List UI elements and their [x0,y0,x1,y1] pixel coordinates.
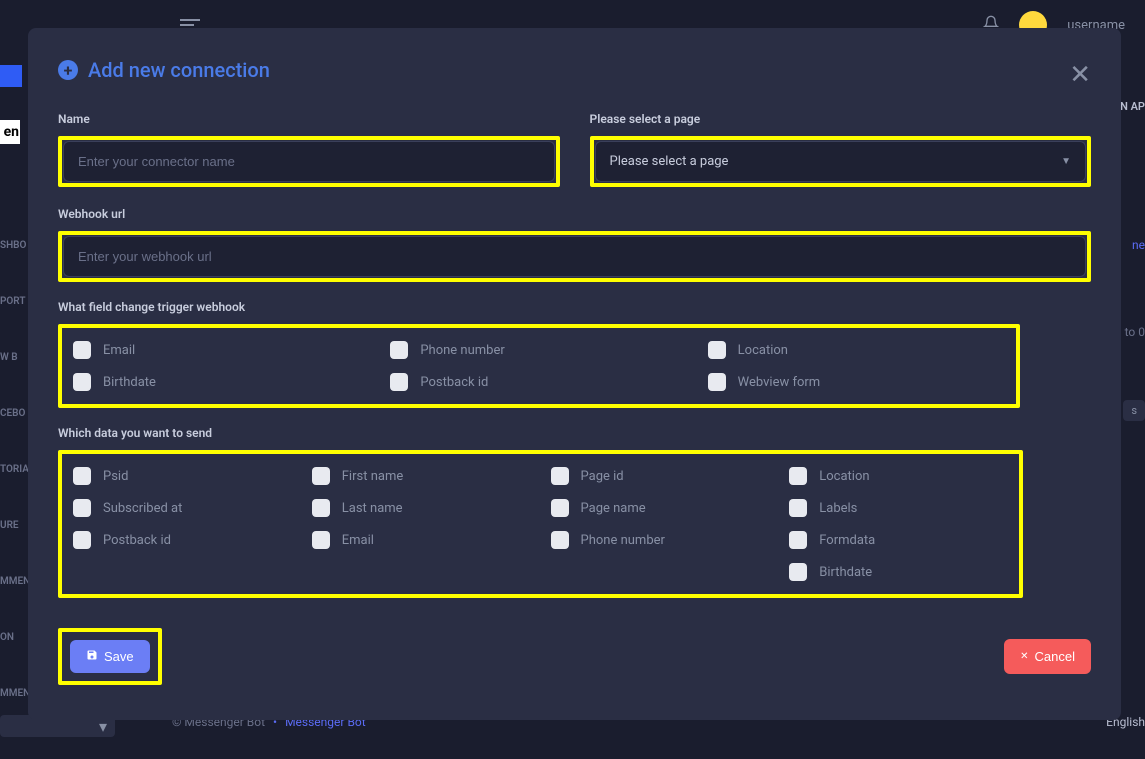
highlight-triggers: Email Phone number Location Birthdate Postba… [58,324,1020,408]
close-icon[interactable]: ✕ [1069,58,1091,88]
checkbox-label: Location [819,469,869,484]
checkbox-label: Last name [342,501,403,516]
checkbox-label: Subscribed at [103,501,182,516]
trigger-postback[interactable]: Postback id [390,373,687,391]
page-select[interactable]: Please select a page ▼ [595,141,1087,182]
send-pagename[interactable]: Page name [551,499,770,517]
send-pageid[interactable]: Page id [551,467,770,485]
checkbox-icon [73,531,91,549]
checkbox-icon [390,373,408,391]
modal-footer: Save ✕ Cancel [58,628,1091,685]
checkbox-icon [73,499,91,517]
webhook-input[interactable] [63,236,1086,277]
send-firstname[interactable]: First name [312,467,531,485]
send-birthdate2[interactable]: Birthdate [789,563,1008,581]
checkbox-label: Postback id [420,375,488,390]
trigger-phone[interactable]: Phone number [390,341,687,359]
name-group: Name [58,112,560,187]
checkbox-icon [789,467,807,485]
checkbox-icon [708,373,726,391]
checkbox-icon [551,531,569,549]
send-lastname[interactable]: Last name [312,499,531,517]
send-location2[interactable]: Location [789,467,1008,485]
bg-right-fragment-2: ne [1132,238,1145,252]
trigger-birthdate[interactable]: Birthdate [73,373,370,391]
save-button[interactable]: Save [70,640,150,673]
checkbox-label: Formdata [819,533,875,548]
checkbox-label: Page id [581,469,624,484]
checkbox-label: Email [342,533,374,548]
checkbox-icon [789,563,807,581]
checkbox-icon [390,341,408,359]
highlight-name [58,136,560,187]
highlight-page: Please select a page ▼ [590,136,1092,187]
checkbox-label: Birthdate [819,565,872,580]
page-select-value: Please select a page [610,154,729,169]
triggers-section: What field change trigger webhook Email P… [58,300,1091,408]
checkbox-icon [551,499,569,517]
trigger-email[interactable]: Email [73,341,370,359]
checkbox-icon [708,341,726,359]
page-label: Please select a page [590,112,1092,126]
checkbox-icon [789,531,807,549]
checkbox-icon [312,499,330,517]
modal-header: + Add new connection ✕ [58,58,1091,88]
checkbox-label: Phone number [581,533,665,548]
caret-down-icon: ▼ [1061,156,1071,167]
checkbox-label: Labels [819,501,857,516]
checkbox-label: Location [738,343,788,358]
cancel-button[interactable]: ✕ Cancel [1004,639,1091,674]
checkbox-label: Birthdate [103,375,156,390]
send-labels[interactable]: Labels [789,499,1008,517]
send-postback2[interactable]: Postback id [73,531,292,549]
checkbox-icon [73,373,91,391]
checkbox-icon [789,499,807,517]
send-phone2[interactable]: Phone number [551,531,770,549]
name-label: Name [58,112,560,126]
checkbox-label: Psid [103,469,128,484]
save-icon [86,649,98,664]
send-label: Which data you want to send [58,426,1091,440]
checkbox-icon [73,341,91,359]
checkbox-icon [73,467,91,485]
send-formdata[interactable]: Formdata [789,531,1008,549]
bg-right-fragment-3: to 0 [1125,325,1145,339]
checkbox-label: Page name [581,501,646,516]
checkbox-icon [312,467,330,485]
plus-circle-icon: + [58,60,78,80]
send-psid[interactable]: Psid [73,467,292,485]
page-group: Please select a page Please select a pag… [590,112,1092,187]
trigger-webview[interactable]: Webview form [708,373,1005,391]
bg-right-fragment-4: s [1123,400,1145,421]
modal-title: + Add new connection [58,58,270,82]
checkbox-label: Phone number [420,343,504,358]
highlight-save: Save [58,628,162,685]
bg-right-fragment-1: N AP [1120,100,1145,113]
checkbox-icon [312,531,330,549]
sidebar-fragment: SHBO PORT W B CEBO TORIA URE MMEN ON MME… [0,50,30,759]
webhook-label: Webhook url [58,207,1091,221]
checkbox-label: First name [342,469,403,484]
send-section: Which data you want to send Psid First na… [58,426,1091,598]
send-subscribed[interactable]: Subscribed at [73,499,292,517]
checkbox-icon [551,467,569,485]
send-email2[interactable]: Email [312,531,531,549]
name-input[interactable] [63,141,555,182]
x-icon: ✕ [1020,651,1028,662]
triggers-label: What field change trigger webhook [58,300,1091,314]
checkbox-label: Email [103,343,135,358]
highlight-send: Psid First name Page id Location Subscribed … [58,450,1023,598]
checkbox-label: Postback id [103,533,171,548]
trigger-location[interactable]: Location [708,341,1005,359]
add-connection-modal: + Add new connection ✕ Name Please selec… [28,28,1121,720]
webhook-group: Webhook url [58,207,1091,282]
highlight-webhook [58,231,1091,282]
checkbox-label: Webview form [738,375,821,390]
